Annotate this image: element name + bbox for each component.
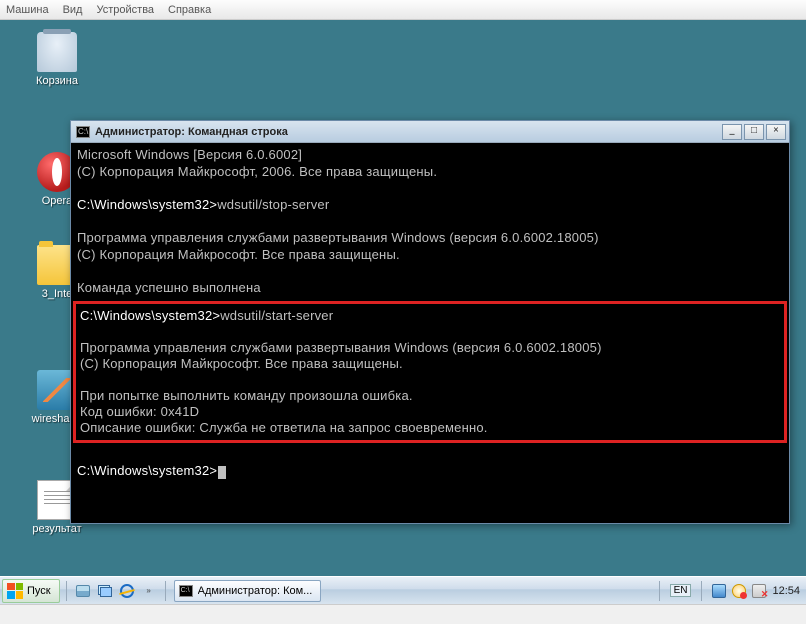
start-label: Пуск xyxy=(27,585,51,597)
ql-internet-explorer[interactable] xyxy=(117,581,137,601)
cmd-output[interactable]: Microsoft Windows [Версия 6.0.6002] (C) … xyxy=(71,143,789,523)
separator xyxy=(165,581,166,601)
ie-icon xyxy=(120,584,134,598)
icon-label: Корзина xyxy=(22,75,92,87)
separator xyxy=(659,581,660,601)
tray-display-icon[interactable] xyxy=(712,584,726,598)
language-indicator[interactable]: EN xyxy=(670,584,692,597)
vm-statusbar xyxy=(0,604,806,624)
ql-show-desktop[interactable] xyxy=(73,581,93,601)
quick-launch: » xyxy=(71,581,161,601)
vm-menu-help[interactable]: Справка xyxy=(168,4,211,16)
cursor-icon xyxy=(218,466,226,479)
switch-windows-icon xyxy=(98,585,112,597)
cmd-title: Администратор: Командная строка xyxy=(95,126,722,138)
taskbar: Пуск » C:\ Администратор: Ком... EN 12:5… xyxy=(0,576,806,604)
cmd-titlebar[interactable]: C:\ Администратор: Командная строка _ □ … xyxy=(71,121,789,143)
separator xyxy=(701,581,702,601)
cmd-titlebar-icon: C:\ xyxy=(76,126,90,138)
windows-logo-icon xyxy=(7,583,23,599)
recycle-bin-icon xyxy=(37,32,77,72)
vm-menubar: Машина Вид Устройства Справка xyxy=(0,0,806,20)
tray-alert-icon[interactable] xyxy=(732,584,746,598)
cmd-icon: C:\ xyxy=(179,585,193,597)
ql-switch-windows[interactable] xyxy=(95,581,115,601)
taskbar-item-label: Администратор: Ком... xyxy=(198,585,313,597)
error-highlight-box: C:\Windows\system32>wdsutil/start-server… xyxy=(73,301,787,443)
system-tray: EN 12:54 xyxy=(649,581,806,601)
maximize-button[interactable]: □ xyxy=(744,124,764,140)
start-button[interactable]: Пуск xyxy=(2,579,60,603)
icon-label: результат xyxy=(22,523,92,535)
vm-menu-view[interactable]: Вид xyxy=(63,4,83,16)
clock[interactable]: 12:54 xyxy=(772,585,800,597)
tray-network-icon[interactable] xyxy=(752,584,766,598)
vm-menu-devices[interactable]: Устройства xyxy=(96,4,154,16)
taskbar-item-cmd[interactable]: C:\ Администратор: Ком... xyxy=(174,580,322,602)
ql-overflow[interactable]: » xyxy=(139,581,159,601)
show-desktop-icon xyxy=(76,585,90,597)
minimize-button[interactable]: _ xyxy=(722,124,742,140)
close-button[interactable]: × xyxy=(766,124,786,140)
cmd-window[interactable]: C:\ Администратор: Командная строка _ □ … xyxy=(70,120,790,524)
vm-menu-machine[interactable]: Машина xyxy=(6,4,49,16)
desktop[interactable]: Корзина Opera 3_Inte wireshark- результа… xyxy=(0,20,806,604)
separator xyxy=(66,581,67,601)
desktop-icon-recycle-bin[interactable]: Корзина xyxy=(22,32,92,87)
